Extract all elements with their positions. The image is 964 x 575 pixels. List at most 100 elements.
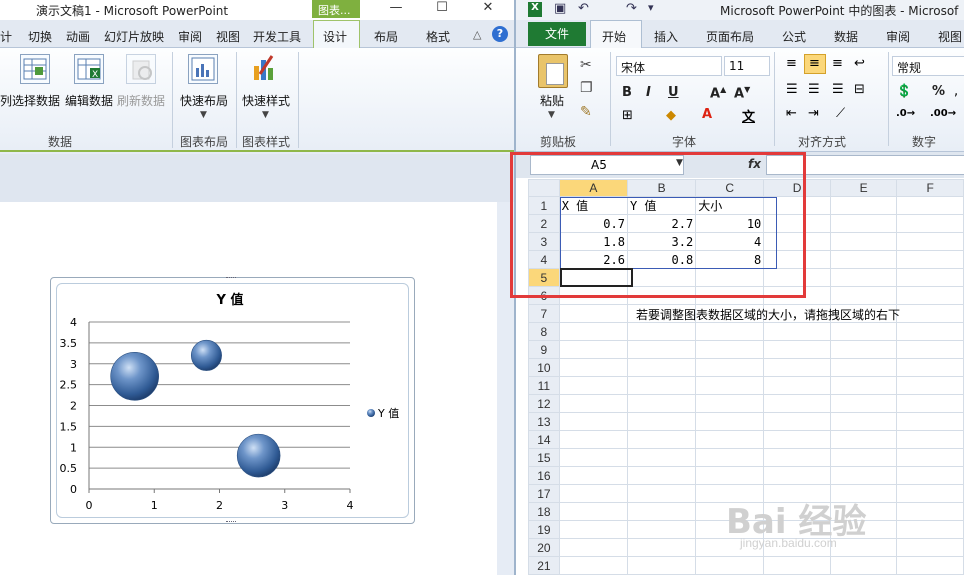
cell[interactable]	[763, 358, 831, 377]
cell[interactable]	[896, 232, 964, 251]
cell[interactable]	[626, 322, 697, 341]
cell[interactable]	[896, 448, 964, 467]
cell[interactable]	[829, 358, 898, 377]
cell[interactable]	[896, 196, 964, 215]
italic-button[interactable]: I	[646, 85, 651, 100]
cell[interactable]	[763, 340, 831, 359]
row-header[interactable]: 11	[528, 376, 560, 395]
cell[interactable]	[558, 430, 628, 449]
align-center-icon[interactable]: ☰	[808, 82, 820, 97]
cell[interactable]	[896, 358, 964, 377]
cell[interactable]	[896, 322, 964, 341]
row-header[interactable]: 10	[528, 358, 560, 377]
tab-view[interactable]: 视图	[216, 28, 240, 45]
tab-design[interactable]: 设计	[323, 28, 347, 45]
cell[interactable]	[695, 358, 765, 377]
cell[interactable]	[829, 196, 898, 215]
cell[interactable]	[695, 412, 765, 431]
increase-indent-icon[interactable]: ⇥	[808, 106, 819, 121]
bubble-point[interactable]	[110, 351, 159, 401]
cell[interactable]	[558, 448, 628, 467]
select-data-button[interactable]: 选择数据	[12, 92, 60, 109]
cell[interactable]	[829, 412, 898, 431]
cell[interactable]	[763, 430, 831, 449]
cell[interactable]	[896, 538, 964, 557]
cell[interactable]	[626, 430, 697, 449]
align-right-icon[interactable]: ☰	[832, 82, 844, 97]
cell[interactable]	[896, 286, 964, 305]
cell[interactable]	[695, 556, 765, 575]
merge-center-icon[interactable]: ⊟	[854, 82, 865, 97]
font-name-select[interactable]: 宋体	[616, 56, 722, 76]
cell[interactable]	[558, 394, 628, 413]
cell[interactable]	[896, 376, 964, 395]
fill-color-icon[interactable]: ◆	[666, 108, 676, 123]
cell[interactable]	[558, 466, 628, 485]
customize-toolbar-icon[interactable]: ▾	[648, 1, 654, 14]
cell[interactable]	[896, 556, 964, 575]
help-icon[interactable]: ?	[492, 26, 508, 42]
orientation-icon[interactable]: ⟋	[836, 106, 845, 121]
cell[interactable]	[829, 556, 898, 575]
cell[interactable]	[558, 304, 628, 323]
tab-file[interactable]: 文件	[528, 22, 586, 46]
tab-home[interactable]: 开始	[602, 28, 626, 45]
bubble-chart[interactable]: 0 0.5 1 1.5 2 2.5 3 3.5 4 0 1 2 3 4 Y 值 Y 值	[50, 277, 415, 524]
resize-handle-top[interactable]	[226, 277, 236, 280]
align-left-icon[interactable]: ☰	[786, 82, 798, 97]
cell[interactable]	[829, 340, 898, 359]
cell[interactable]	[896, 394, 964, 413]
cell[interactable]	[763, 412, 831, 431]
cell[interactable]	[626, 340, 697, 359]
cell[interactable]	[763, 376, 831, 395]
select-data-icon[interactable]	[20, 54, 50, 84]
tab-review[interactable]: 审阅	[886, 28, 910, 45]
cell[interactable]	[763, 322, 831, 341]
row-header[interactable]: 13	[528, 412, 560, 431]
number-format-select[interactable]: 常规	[892, 56, 964, 76]
cell[interactable]	[829, 448, 898, 467]
cell[interactable]	[558, 556, 628, 575]
cell[interactable]	[626, 556, 697, 575]
cell[interactable]	[896, 250, 964, 269]
quick-layout-button[interactable]: 快速布局	[180, 92, 228, 109]
format-painter-icon[interactable]: ✎	[580, 104, 592, 120]
cell[interactable]	[626, 538, 697, 557]
cell[interactable]	[829, 430, 898, 449]
cell[interactable]	[695, 376, 765, 395]
cell[interactable]	[626, 376, 697, 395]
cell[interactable]	[558, 538, 628, 557]
accounting-format-icon[interactable]: 💲	[896, 84, 912, 99]
cut-icon[interactable]: ✂	[580, 57, 592, 73]
tab-page-layout[interactable]: 页面布局	[706, 28, 754, 45]
bubble-point[interactable]	[236, 433, 281, 478]
decrease-decimal-icon[interactable]: .00→	[930, 108, 956, 119]
cell[interactable]	[626, 412, 697, 431]
cell[interactable]	[558, 322, 628, 341]
tab-slideshow[interactable]: 幻灯片放映	[104, 28, 164, 45]
redo-icon[interactable]: ↷	[626, 1, 637, 16]
tab-format[interactable]: 格式	[426, 28, 450, 45]
row-header[interactable]: 15	[528, 448, 560, 467]
paste-dropdown-icon[interactable]: ▼	[548, 110, 555, 120]
paste-icon[interactable]	[538, 54, 568, 88]
cell[interactable]	[763, 394, 831, 413]
cell[interactable]	[896, 520, 964, 539]
borders-icon[interactable]: ⊞	[622, 108, 633, 123]
underline-button[interactable]: U	[668, 85, 679, 100]
tab-layout[interactable]: 布局	[374, 28, 398, 45]
cell[interactable]	[558, 358, 628, 377]
cell[interactable]	[558, 502, 628, 521]
quick-layout-dropdown-icon[interactable]: ▼	[200, 110, 207, 120]
cell[interactable]	[763, 556, 831, 575]
row-header[interactable]: 7	[528, 304, 560, 323]
row-header[interactable]: 12	[528, 394, 560, 413]
font-size-select[interactable]: 11	[724, 56, 770, 76]
increase-decimal-icon[interactable]: .0→	[896, 108, 915, 119]
quick-layout-icon[interactable]	[188, 54, 218, 84]
shrink-font-icon[interactable]: A▼	[734, 85, 750, 101]
tab-data[interactable]: 数据	[834, 28, 858, 45]
tab-developer[interactable]: 开发工具	[253, 28, 301, 45]
cell[interactable]	[626, 502, 697, 521]
quick-styles-dropdown-icon[interactable]: ▼	[262, 110, 269, 120]
